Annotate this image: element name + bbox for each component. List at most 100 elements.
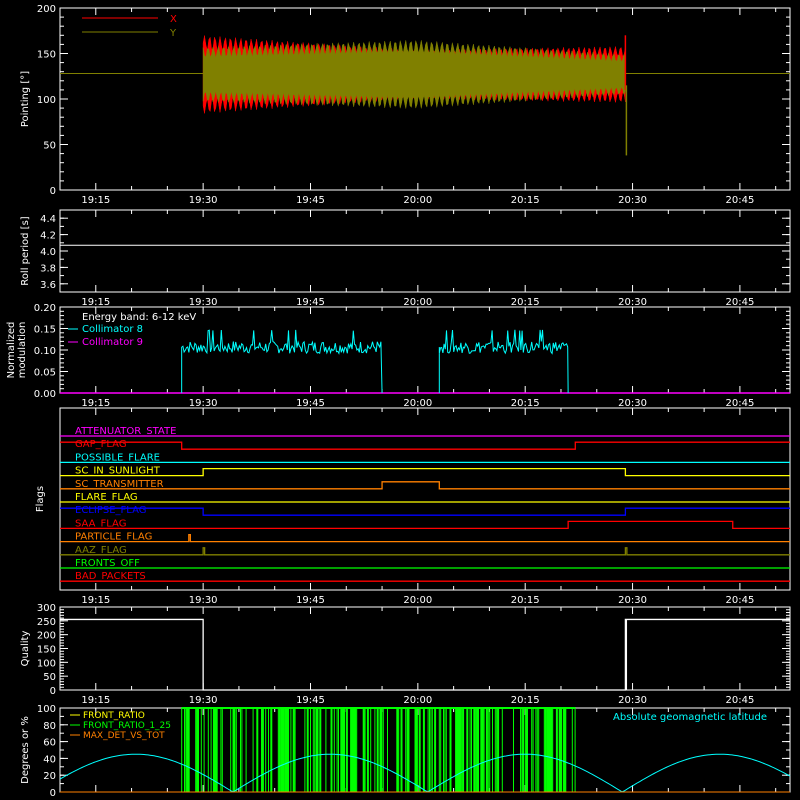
y-tick-label: 100 (37, 95, 56, 106)
x-tick-label: 19:30 (189, 398, 218, 409)
x-tick-label: 20:00 (403, 195, 432, 206)
x-tick-label: 20:00 (403, 595, 432, 606)
y-tick-label: 60 (43, 738, 56, 749)
flag-line (60, 507, 790, 516)
y-tick-label: 0 (50, 186, 56, 197)
y-tick-label: 3.6 (40, 280, 56, 291)
y-tick-label: 4.4 (40, 214, 56, 225)
x-tick-label: 19:30 (189, 195, 218, 206)
y-tick-label: 100 (37, 704, 56, 715)
x-tick-label: 20:30 (618, 398, 647, 409)
x-tick-label: 20:00 (403, 297, 432, 308)
pointing-panel: 19:15 19:30 19:45 20:00 20:15 20:30 20:45 0 50 10… (20, 4, 791, 206)
modulation-panel: 19:15 19:30 19:45 20:00 20:15 20:30 20:45 0.00 0… (6, 303, 791, 409)
x-tick-label: 20:45 (725, 398, 754, 409)
y-tick-label: 0.15 (34, 325, 56, 336)
y-tick-label: 300 (37, 603, 56, 614)
collimator-8-segment (181, 329, 383, 394)
x-tick-label: 20:45 (725, 595, 754, 606)
plot-frame (59, 209, 791, 293)
x-tick-label: 20:00 (403, 398, 432, 409)
y-tick-label: 20 (43, 771, 56, 782)
legend-label: FRONT_RATIO_1_25 (83, 721, 171, 731)
y-tick-label: 250 (37, 617, 56, 628)
x-tick-label: 20:30 (618, 195, 647, 206)
y-tick-label: 150 (37, 50, 56, 61)
x-tick-label: 20:45 (725, 195, 754, 206)
x-tick-label: 20:30 (618, 695, 647, 706)
x-tick-label: 20:30 (618, 595, 647, 606)
quality-line (60, 618, 790, 691)
roll-period-panel: 19:15 19:30 19:45 20:00 20:15 20:30 20:45 3.6 3.… (20, 209, 791, 308)
x-tick-label: 20:15 (511, 297, 540, 308)
y-axis-label: Flags (35, 486, 46, 512)
x-tick-label: 19:30 (189, 595, 218, 606)
flag-line (60, 481, 790, 490)
y-tick-label: 3.8 (40, 263, 56, 274)
geomagnetic-latitude-line (59, 753, 791, 793)
x-tick-label: 19:30 (189, 297, 218, 308)
x-tick-label: 19:45 (296, 195, 325, 206)
y-axis-label: Pointing [°] (20, 71, 31, 127)
flag-line (60, 533, 790, 543)
x-tick-label: 20:30 (618, 297, 647, 308)
y-tick-label: 200 (37, 631, 56, 642)
y-tick-label: 4.2 (40, 231, 56, 242)
y-tick-label: 50 (43, 141, 56, 152)
x-tick-label: 20:15 (511, 398, 540, 409)
y-axis-label: Normalized (6, 322, 17, 379)
flag-line (60, 547, 790, 556)
legend-label: FRONT_RATIO (83, 711, 145, 721)
y-tick-label: 0.05 (34, 368, 56, 379)
y-axis-label: Degrees or % (20, 716, 31, 784)
x-tick-label: 20:15 (511, 595, 540, 606)
x-tick-label: 19:45 (296, 398, 325, 409)
y-tick-label: 100 (37, 658, 56, 669)
flag-line (60, 467, 790, 477)
y-tick-label: 0.10 (34, 346, 56, 357)
x-tick-label: 19:15 (81, 398, 110, 409)
y-axis-label: modulation (17, 322, 28, 379)
legend-label: Collimator 8 (82, 324, 143, 335)
y-tick-label: 150 (37, 645, 56, 656)
x-tick-label: 20:45 (725, 297, 754, 308)
y-axis-label: Quality (20, 631, 31, 667)
ql-summary-figure: 19:15 19:30 19:45 20:00 20:15 20:30 20:45 0 50 10… (6, 4, 791, 799)
pointing-series-y (202, 40, 626, 109)
x-tick-label: 19:15 (81, 695, 110, 706)
ratios-panel: 0 20 40 60 80 100 Degrees or % FRONT_RATIOFRONT… (20, 704, 791, 799)
x-tick-label: 20:45 (725, 695, 754, 706)
flags-panel: 19:15 19:30 19:45 20:00 20:15 20:30 20:45 Flags… (35, 407, 791, 606)
y-tick-label: 0.20 (34, 303, 56, 314)
y-tick-label: 50 (43, 672, 56, 683)
y-tick-label: 0 (50, 686, 56, 697)
y-tick-label: 80 (43, 721, 56, 732)
geomagnetic-annotation: Absolute geomagnetic latitude (613, 712, 767, 723)
x-tick-label: 20:00 (403, 695, 432, 706)
flag-label: GAP_FLAG (75, 439, 127, 450)
energy-band-annotation: Energy band: 6-12 keV (82, 312, 196, 323)
legend-label: Y (169, 28, 177, 39)
legend-label: X (170, 14, 177, 25)
flag-label: ECLIPSE_FLAG (75, 505, 146, 516)
y-tick-label: 0 (50, 788, 56, 799)
y-tick-label: 0.00 (34, 389, 56, 400)
x-tick-label: 19:15 (81, 195, 110, 206)
y-tick-label: 40 (43, 754, 56, 765)
x-tick-label: 19:15 (81, 595, 110, 606)
flag-line (60, 441, 790, 450)
x-tick-label: 19:45 (296, 595, 325, 606)
x-tick-label: 19:45 (296, 695, 325, 706)
y-tick-label: 4.0 (40, 247, 56, 258)
x-tick-label: 19:30 (189, 695, 218, 706)
legend-label: Collimator 9 (82, 337, 143, 348)
x-tick-label: 19:15 (81, 297, 110, 308)
x-tick-label: 20:15 (511, 695, 540, 706)
x-tick-label: 19:45 (296, 297, 325, 308)
collimator-8-segment (438, 329, 569, 394)
y-axis-label: Roll period [s] (20, 216, 31, 285)
flag-line (60, 520, 790, 530)
x-tick-label: 20:15 (511, 195, 540, 206)
y-tick-label: 200 (37, 4, 56, 15)
quality-panel: 19:15 19:30 19:45 20:00 20:15 20:30 20:45 0 50 10… (20, 603, 791, 706)
